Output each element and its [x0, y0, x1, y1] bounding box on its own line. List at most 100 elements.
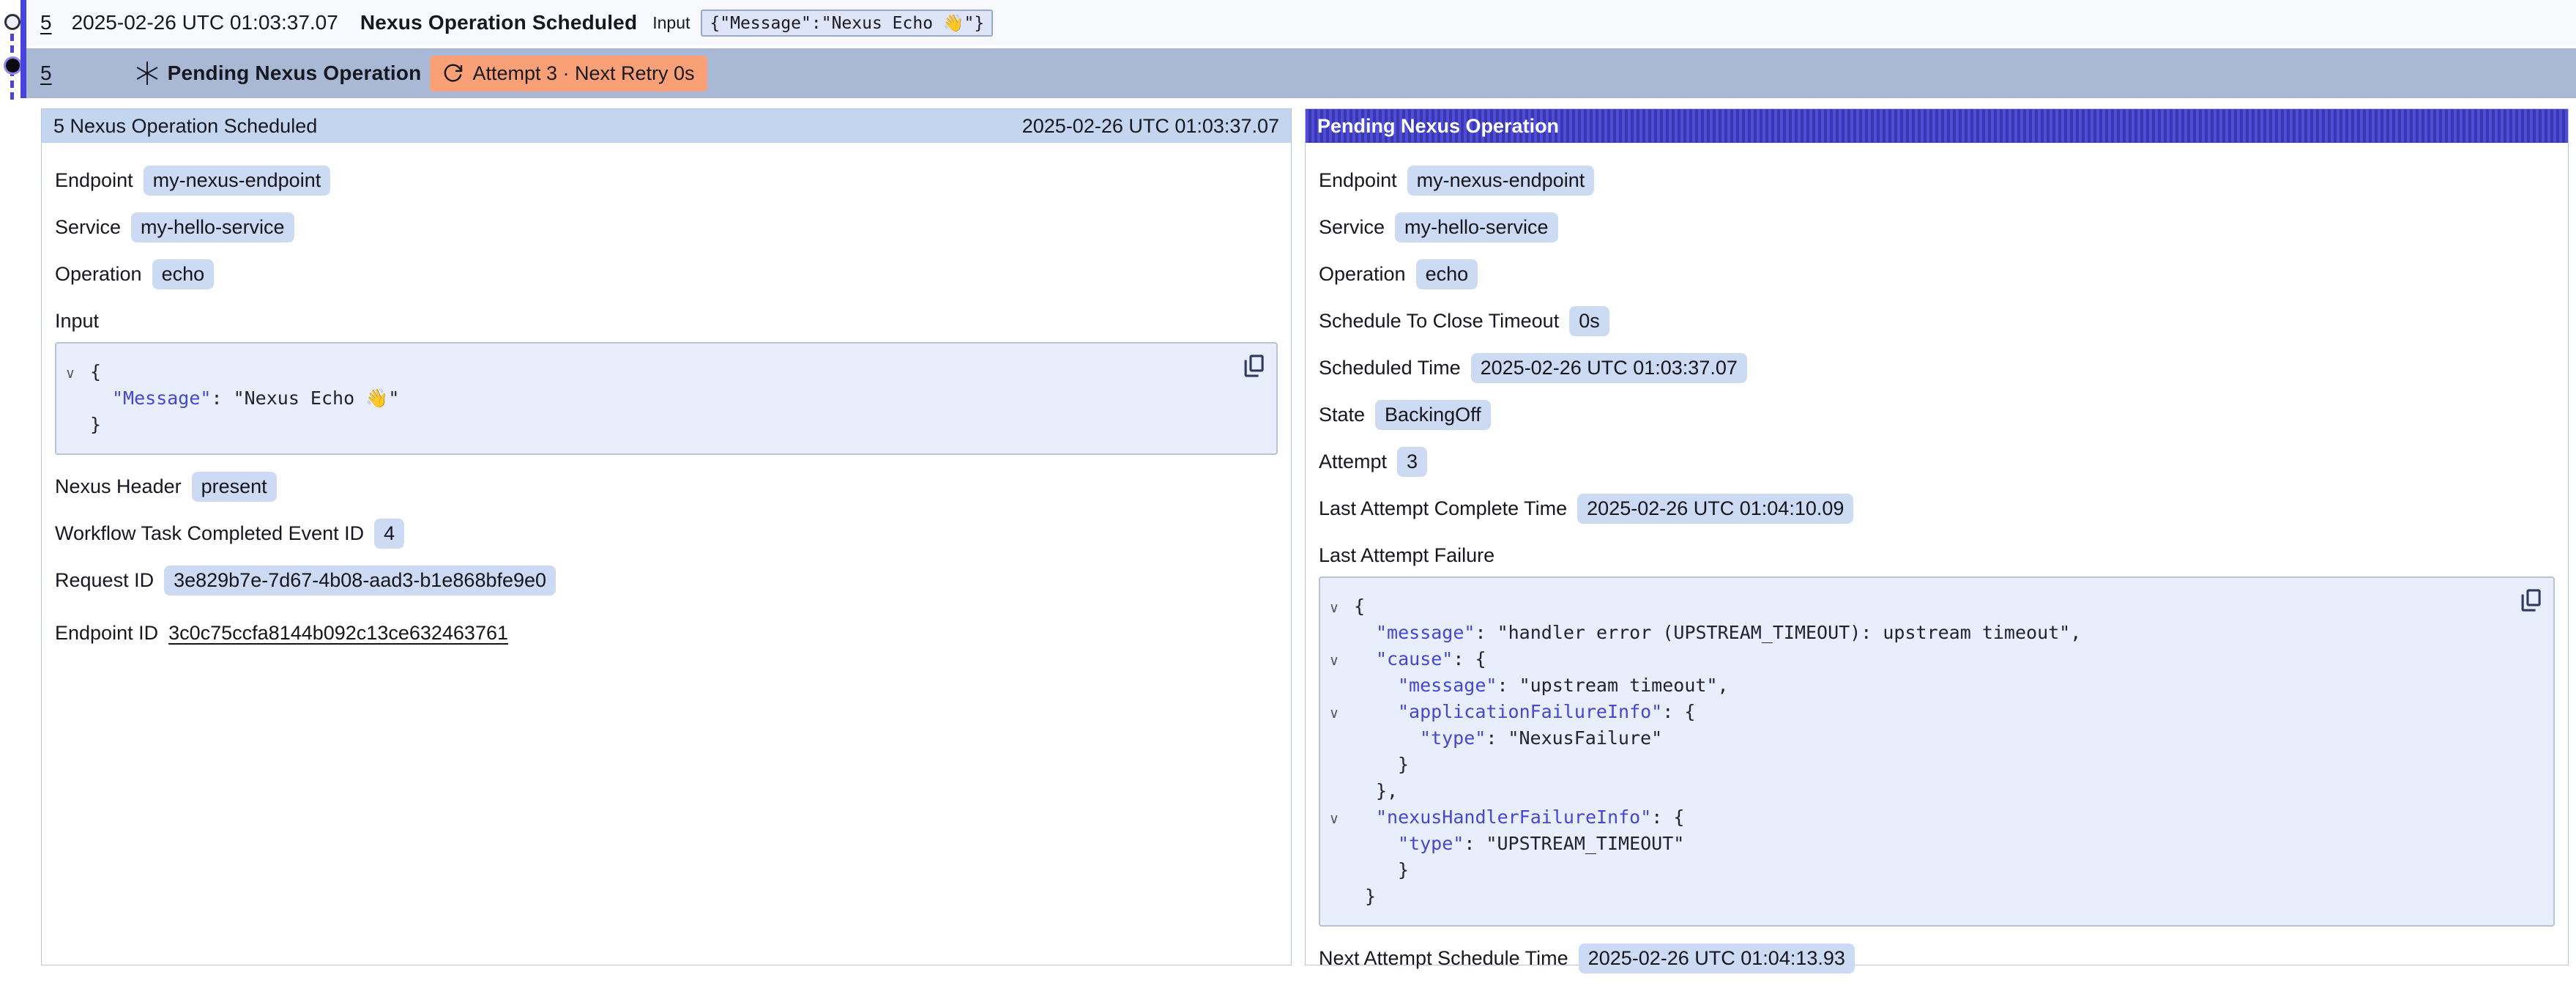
event-input-label: Input	[652, 13, 690, 33]
field-row-attempt: Attempt 3	[1319, 447, 2555, 477]
json-line: "type": "NexusFailure"	[1320, 725, 2502, 752]
json-line: }	[1320, 883, 2502, 910]
field-label: Service	[55, 216, 121, 239]
field-row-endpoint-id: Endpoint ID 3c0c75ccfa8144b092c13ce63246…	[55, 622, 1278, 645]
copy-icon[interactable]	[1243, 353, 1265, 379]
collapse-chevron-icon[interactable]: ∨	[1329, 596, 1339, 622]
field-value-chip: my-nexus-endpoint	[144, 166, 331, 196]
json-line: },	[1320, 778, 2502, 804]
json-key: "applicationFailureInfo"	[1398, 701, 1662, 722]
field-value-chip: 3e829b7e-7d67-4b08-aad3-b1e868bfe9e0	[164, 565, 556, 596]
pending-operation-panel: Pending Nexus Operation Endpoint my-nexu…	[1305, 108, 2569, 965]
event-input-value-chip: {"Message":"Nexus Echo 👋"}	[701, 10, 993, 37]
field-value-chip: present	[192, 472, 277, 502]
collapse-chevron-icon[interactable]: ∨	[1329, 648, 1339, 675]
json-line: "Message": "Nexus Echo 👋"	[56, 385, 1225, 412]
event-id-link[interactable]: 5	[40, 11, 52, 34]
event-detail-panel: 5 Nexus Operation Scheduled 2025-02-26 U…	[41, 108, 1292, 965]
field-row-endpoint: Endpoint my-nexus-endpoint	[55, 166, 1278, 196]
json-key: "type"	[1398, 833, 1464, 854]
field-label: Operation	[55, 263, 142, 286]
field-value-chip: my-hello-service	[131, 212, 294, 242]
field-row-state: State BackingOff	[1319, 400, 2555, 430]
collapse-chevron-icon[interactable]: ∨	[65, 361, 75, 387]
pending-operation-panel-header: Pending Nexus Operation	[1306, 109, 2568, 143]
timeline-pending-marker-icon	[6, 59, 20, 73]
field-row-operation: Operation echo	[55, 259, 1278, 289]
field-value-chip: 2025-02-26 UTC 01:04:13.93	[1579, 943, 1855, 974]
field-row-operation: Operation echo	[1319, 259, 2555, 289]
input-block-label: Input	[55, 310, 1278, 333]
field-label: Attempt	[1319, 450, 1387, 473]
json-line: }	[56, 412, 1225, 438]
collapse-chevron-icon[interactable]: ∨	[1329, 806, 1339, 833]
field-value-chip: my-hello-service	[1395, 212, 1558, 242]
json-line: }	[1320, 752, 2502, 778]
event-detail-panel-header: 5 Nexus Operation Scheduled 2025-02-26 U…	[42, 109, 1291, 143]
field-value-chip: echo	[1416, 259, 1478, 289]
field-label: Scheduled Time	[1319, 357, 1461, 379]
json-key: "nexusHandlerFailureInfo"	[1376, 806, 1651, 828]
last-attempt-failure-label: Last Attempt Failure	[1319, 544, 2555, 567]
field-label: Workflow Task Completed Event ID	[55, 522, 364, 545]
field-label: State	[1319, 404, 1365, 426]
timeline-event-marker-icon	[4, 14, 21, 30]
pending-asterisk-icon	[134, 60, 160, 86]
field-label: Schedule To Close Timeout	[1319, 310, 1559, 333]
field-label: Operation	[1319, 263, 1406, 286]
json-line: ∨"nexusHandlerFailureInfo": {	[1320, 804, 2502, 831]
field-row-nexus-header: Nexus Header present	[55, 472, 1278, 502]
json-key: "message"	[1376, 622, 1475, 643]
field-label: Request ID	[55, 569, 154, 592]
event-title: Nexus Operation Scheduled	[360, 11, 637, 34]
field-value-chip: BackingOff	[1375, 400, 1491, 430]
field-value-chip: 4	[374, 519, 404, 549]
field-row-schedule-to-close-timeout: Schedule To Close Timeout 0s	[1319, 306, 2555, 336]
field-value-chip: 3	[1397, 447, 1427, 477]
last-attempt-failure-json-viewer: ∨{"message": "handler error (UPSTREAM_TI…	[1319, 576, 2555, 927]
collapse-chevron-icon[interactable]: ∨	[1329, 701, 1339, 727]
json-line: ∨"applicationFailureInfo": {	[1320, 699, 2502, 725]
field-label: Last Attempt Complete Time	[1319, 497, 1567, 520]
field-row-endpoint: Endpoint my-nexus-endpoint	[1319, 166, 2555, 196]
json-line: }	[1320, 857, 2502, 883]
json-line: ∨{	[1320, 593, 2502, 620]
field-value-chip: my-nexus-endpoint	[1407, 166, 1595, 196]
json-key: "Message"	[112, 387, 211, 409]
pending-event-id-link[interactable]: 5	[40, 62, 52, 85]
copy-icon[interactable]	[2520, 587, 2542, 613]
json-line: "message": "upstream timeout",	[1320, 672, 2502, 699]
json-line: "type": "UPSTREAM_TIMEOUT"	[1320, 831, 2502, 857]
retry-icon	[442, 63, 464, 84]
field-label: Nexus Header	[55, 475, 182, 498]
event-timestamp: 2025-02-26 UTC 01:03:37.07	[72, 11, 338, 34]
timeline-active-bar	[21, 0, 26, 98]
json-key: "type"	[1420, 727, 1486, 749]
field-row-last-attempt-complete-time: Last Attempt Complete Time 2025-02-26 UT…	[1319, 494, 2555, 524]
retry-badge-label: Attempt 3 · Next Retry 0s	[472, 62, 694, 85]
input-json-viewer: ∨{"Message": "Nexus Echo 👋"}	[55, 342, 1278, 455]
json-key: "cause"	[1376, 648, 1453, 670]
field-label: Endpoint	[55, 169, 133, 192]
field-row-service: Service my-hello-service	[55, 212, 1278, 242]
json-line: ∨{	[56, 359, 1225, 385]
field-value-chip: 2025-02-26 UTC 01:03:37.07	[1471, 353, 1747, 383]
field-row-service: Service my-hello-service	[1319, 212, 2555, 242]
field-label: Endpoint	[1319, 169, 1397, 192]
field-row-request-id: Request ID 3e829b7e-7d67-4b08-aad3-b1e86…	[55, 565, 1278, 596]
json-line: ∨"cause": {	[1320, 646, 2502, 672]
field-row-workflow-task-completed-event-id: Workflow Task Completed Event ID 4	[55, 519, 1278, 549]
field-row-next-attempt-schedule-time: Next Attempt Schedule Time 2025-02-26 UT…	[1319, 943, 2555, 974]
endpoint-id-link[interactable]: 3c0c75ccfa8144b092c13ce632463761	[168, 622, 508, 645]
field-row-scheduled-time: Scheduled Time 2025-02-26 UTC 01:03:37.0…	[1319, 353, 2555, 383]
field-label: Service	[1319, 216, 1385, 239]
field-value-chip: 2025-02-26 UTC 01:04:10.09	[1577, 494, 1853, 524]
event-row-nexus-operation-scheduled[interactable]: 5 2025-02-26 UTC 01:03:37.07 Nexus Opera…	[26, 0, 2576, 45]
field-label: Endpoint ID	[55, 622, 158, 645]
json-line: "message": "handler error (UPSTREAM_TIME…	[1320, 620, 2502, 646]
event-row-pending-nexus-operation[interactable]: 5 Pending Nexus Operation Attempt 3 · Ne…	[26, 48, 2576, 98]
pending-operation-panel-title: Pending Nexus Operation	[1317, 115, 1559, 138]
field-label: Next Attempt Schedule Time	[1319, 947, 1568, 970]
field-value-chip: echo	[152, 259, 215, 289]
pending-event-title: Pending Nexus Operation	[168, 62, 422, 85]
